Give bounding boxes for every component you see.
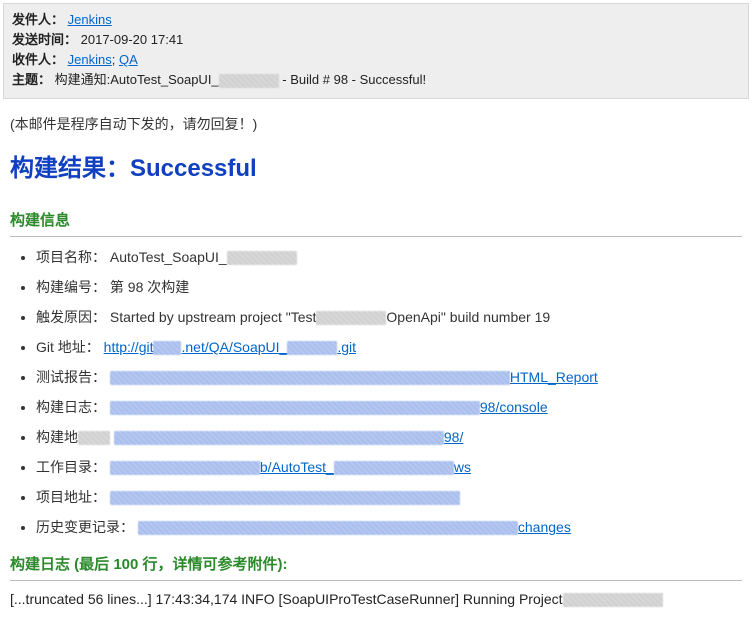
redacted-span — [114, 431, 444, 445]
list-item-workdir: 工作目录： b/AutoTest_ws — [36, 457, 742, 477]
redacted-span — [219, 74, 279, 88]
build-url-link[interactable]: 98/ — [114, 429, 463, 445]
list-item-report: 测试报告： HTML_Report — [36, 367, 742, 387]
project-url-link[interactable] — [110, 489, 460, 505]
redacted-span — [110, 461, 260, 475]
redacted-span — [227, 251, 297, 265]
section-build-log: 构建日志 (最后 100 行，详情可参考附件): — [10, 553, 742, 574]
to-recipient-link-1[interactable]: Jenkins — [68, 52, 112, 67]
log-line: [...truncated 56 lines...] 17:43:34,174 … — [10, 591, 742, 607]
redacted-span — [110, 491, 460, 505]
from-label: 发件人： — [12, 12, 64, 27]
list-item-buildno: 构建编号： 第 98 次构建 — [36, 277, 742, 297]
build-result-title: 构建结果：Successful — [10, 148, 742, 183]
redacted-span — [334, 461, 454, 475]
auto-reply-note: (本邮件是程序自动下发的，请勿回复！) — [10, 114, 742, 134]
redacted-span — [78, 431, 110, 445]
divider — [10, 580, 742, 581]
to-recipient-link-2[interactable]: QA — [119, 52, 138, 67]
subject-label: 主题： — [12, 72, 51, 87]
divider — [10, 236, 742, 237]
list-item-git: Git 地址： http://git.net/QA/SoapUI_.git — [36, 337, 742, 357]
meta-row-senttime: 发送时间： 2017-09-20 17:41 — [12, 30, 740, 50]
build-log-link[interactable]: 98/console — [110, 399, 548, 415]
redacted-span — [563, 593, 663, 607]
redacted-span — [110, 401, 480, 415]
list-item-cause: 触发原因： Started by upstream project "TestO… — [36, 307, 742, 327]
from-sender-link[interactable]: Jenkins — [68, 12, 112, 27]
senttime-value: 2017-09-20 17:41 — [81, 32, 184, 47]
meta-row-to: 收件人： Jenkins; QA — [12, 50, 740, 70]
redacted-span — [153, 341, 181, 355]
changes-link[interactable]: changes — [138, 519, 571, 535]
meta-row-from: 发件人： Jenkins — [12, 10, 740, 30]
redacted-span — [316, 311, 386, 325]
senttime-label: 发送时间： — [12, 32, 77, 47]
build-info-list: 项目名称： AutoTest_SoapUI_ 构建编号： 第 98 次构建 触发… — [36, 247, 742, 537]
test-report-link[interactable]: HTML_Report — [110, 369, 598, 385]
email-body: (本邮件是程序自动下发的，请勿回复！) 构建结果：Successful 构建信息… — [0, 102, 752, 617]
list-item-changes: 历史变更记录： changes — [36, 517, 742, 537]
git-url-link[interactable]: http://git.net/QA/SoapUI_.git — [104, 339, 356, 355]
list-item-buildurl: 构建地 98/ — [36, 427, 742, 447]
section-build-info: 构建信息 — [10, 209, 742, 230]
workdir-link[interactable]: b/AutoTest_ws — [110, 459, 471, 475]
list-item-project: 项目名称： AutoTest_SoapUI_ — [36, 247, 742, 267]
redacted-span — [287, 341, 337, 355]
list-item-projurl: 项目地址： — [36, 487, 742, 507]
meta-row-subject: 主题： 构建通知:AutoTest_SoapUI_ - Build # 98 -… — [12, 70, 740, 90]
redacted-span — [138, 521, 518, 535]
to-separator: ; — [112, 52, 119, 67]
to-label: 收件人： — [12, 52, 64, 67]
email-meta-box: 发件人： Jenkins 发送时间： 2017-09-20 17:41 收件人：… — [3, 3, 749, 99]
subject-value: 构建通知:AutoTest_SoapUI_ - Build # 98 - Suc… — [55, 72, 426, 87]
redacted-span — [110, 371, 510, 385]
list-item-buildlog: 构建日志： 98/console — [36, 397, 742, 417]
